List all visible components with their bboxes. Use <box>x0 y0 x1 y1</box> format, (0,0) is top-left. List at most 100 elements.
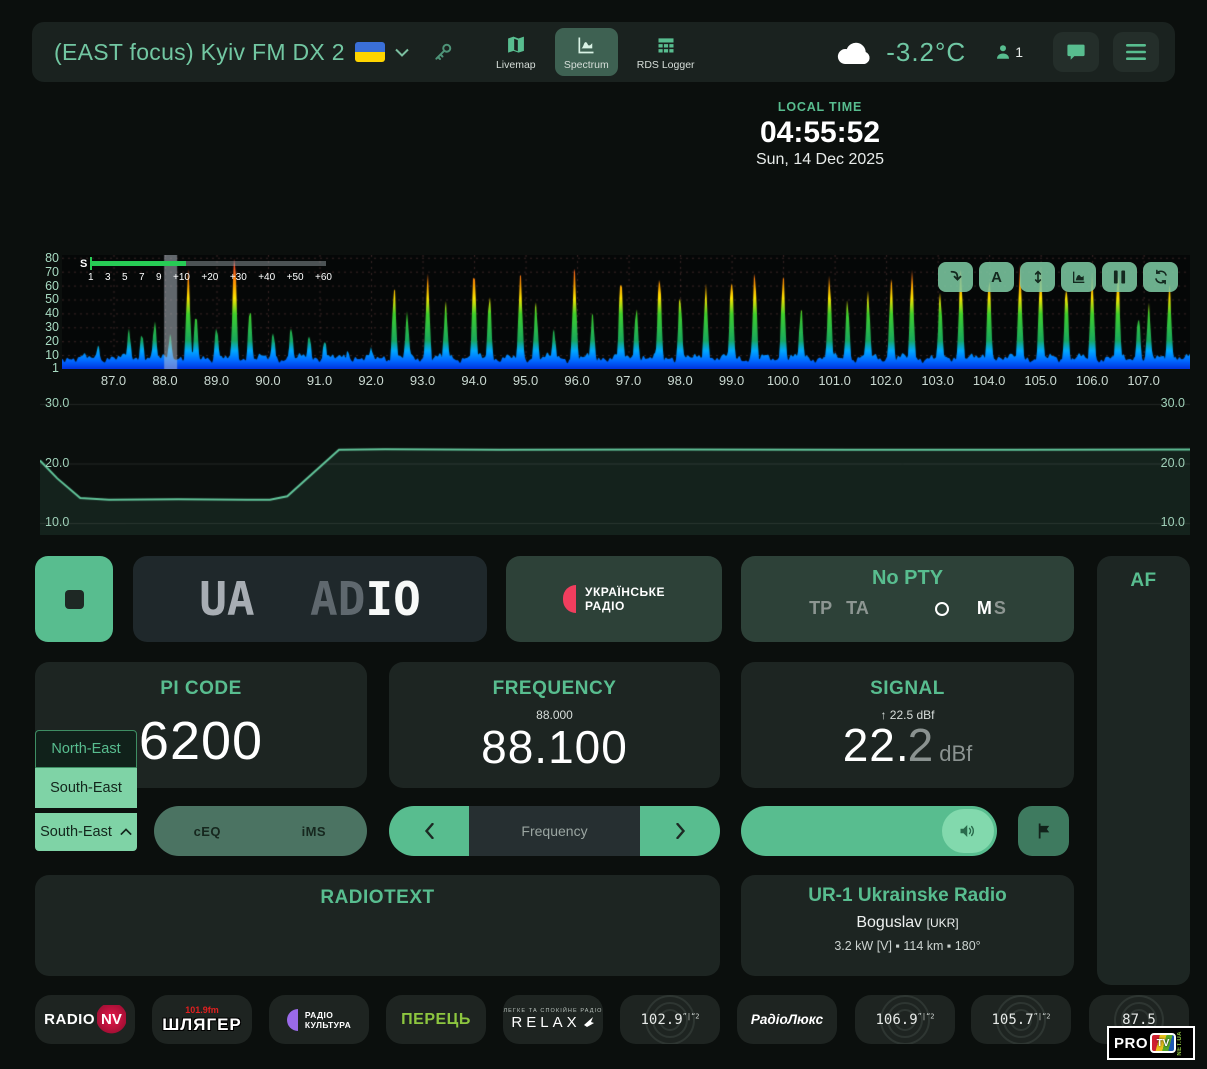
chat-button[interactable] <box>1053 32 1099 72</box>
bird-icon <box>583 1016 595 1028</box>
spectrum-xtick: 89.0 <box>195 373 239 388</box>
graph-style-button[interactable] <box>1061 262 1096 292</box>
antenna-option-south-east[interactable]: South-East <box>35 768 137 808</box>
ukrainske-radio-logo-icon <box>563 585 576 613</box>
nav-rds-logger-label: RDS Logger <box>637 59 695 71</box>
tune-up-button[interactable] <box>640 806 720 856</box>
ceq-button[interactable]: cEQ <box>154 806 261 856</box>
autoscale-button[interactable]: A <box>979 262 1014 292</box>
pause-icon <box>1113 270 1126 284</box>
map-icon <box>505 35 527 55</box>
station-tile-106-9[interactable]: 106.9”|“2 <box>855 995 955 1044</box>
report-flag-button[interactable] <box>1018 806 1069 856</box>
ta-flag: TA <box>846 598 869 619</box>
curved-down-arrow-icon <box>947 268 965 286</box>
spectrum-xtick: 96.0 <box>555 373 599 388</box>
spectrum-xtick: 106.0 <box>1070 373 1114 388</box>
station-tile-105-7[interactable]: 105.7”|“2 <box>971 995 1071 1044</box>
nav-livemap[interactable]: Livemap <box>487 28 545 76</box>
spectrum-xtick: 94.0 <box>452 373 496 388</box>
transmitter-name: UR-1 Ukrainske Radio <box>741 885 1074 907</box>
transmitter-info-panel: UR-1 Ukrainske Radio Boguslav [UKR] 3.2 … <box>741 875 1074 976</box>
spectrum-analyzer: 11020304050607080 87.088.089.090.091.092… <box>35 253 1190 393</box>
spectrum-ytick: 50 <box>35 292 59 306</box>
temperature: -3.2°C <box>886 37 966 68</box>
volume-knob[interactable] <box>942 809 994 853</box>
spectrum-ytick: 20 <box>35 334 59 348</box>
antenna-option-north-east[interactable]: North-East <box>35 730 137 768</box>
radiotext-panel: RADIOTEXT <box>35 875 720 976</box>
spectrum-ytick: 70 <box>35 265 59 279</box>
nav-spectrum[interactable]: Spectrum <box>555 28 618 76</box>
server-title-group[interactable]: (EAST focus) Kyiv FM DX 2 <box>32 39 453 66</box>
station-tile-radio-nv[interactable]: RADIONV <box>35 995 135 1044</box>
stop-audio-button[interactable] <box>35 556 113 642</box>
signal-unit: dBf <box>939 741 972 767</box>
history-canvas <box>40 392 1190 535</box>
signal-title: SIGNAL <box>741 678 1074 700</box>
signal-value: 22. <box>843 718 910 772</box>
antenna-select[interactable]: South-East <box>35 813 137 851</box>
speaker-icon <box>959 823 977 839</box>
station-tile-shlyager[interactable]: 101.9fmШЛЯГЕР <box>152 995 252 1044</box>
ims-button[interactable]: iMS <box>261 806 368 856</box>
history-ytick: 20.0 <box>45 456 69 470</box>
spectrum-xtick: 91.0 <box>298 373 342 388</box>
history-ytick: 20.0 <box>1161 456 1185 470</box>
table-icon <box>655 35 677 55</box>
rds-ps-panel: UA ADIO <box>133 556 487 642</box>
tune-down-button[interactable] <box>389 806 469 856</box>
transmitter-location: Boguslav [UKR] <box>741 914 1074 932</box>
spectrum-ytick: 60 <box>35 279 59 293</box>
transmitter-details: 3.2 kW [V] ▪ 114 km ▪ 180° <box>741 939 1074 953</box>
listeners[interactable]: 1 <box>994 43 1023 61</box>
frequency-input[interactable] <box>469 823 640 839</box>
spectrum-ytick: 1 <box>35 361 59 375</box>
local-clock: LOCAL TIME 04:55:52 Sun, 14 Dec 2025 <box>700 100 940 169</box>
chevron-down-icon[interactable] <box>395 48 409 57</box>
station-tile-radio-lux[interactable]: РадіоЛюкс <box>737 995 837 1044</box>
pause-button[interactable] <box>1102 262 1137 292</box>
s-meter-label: S <box>80 259 87 269</box>
spectrum-xtick: 98.0 <box>658 373 702 388</box>
spectrum-xtick: 99.0 <box>710 373 754 388</box>
scroll-down-button[interactable] <box>938 262 973 292</box>
spectrum-ytick: 10 <box>35 348 59 362</box>
stereo-mono-icon <box>935 602 949 616</box>
pty-value: No PTY <box>741 567 1074 590</box>
frequency-panel: FREQUENCY 88.000 88.100 <box>389 662 720 788</box>
frequency-input-area <box>469 806 640 856</box>
signal-history-graph: 30.030.020.020.010.010.0 <box>40 392 1190 535</box>
menu-button[interactable] <box>1113 32 1159 72</box>
station-tile-102-9[interactable]: 102.9”|“2 <box>620 995 720 1044</box>
eq-controls: cEQ iMS <box>154 806 367 856</box>
station-tile-radio-kultura[interactable]: РАДІОКУЛЬТУРА <box>269 995 369 1044</box>
spectrum-ytick: 80 <box>35 251 59 265</box>
refresh-icon <box>1153 269 1169 285</box>
s-meter-fill <box>92 261 186 266</box>
top-bar: (EAST focus) Kyiv FM DX 2 Livemap Spectr… <box>32 22 1175 82</box>
frequency-title: FREQUENCY <box>389 678 720 700</box>
nav-group: Livemap Spectrum RDS Logger <box>487 28 704 76</box>
station-tile-perets[interactable]: ПЕРЕЦЬ <box>386 995 486 1044</box>
spectrum-xtick: 105.0 <box>1019 373 1063 388</box>
fit-vertical-button[interactable] <box>1020 262 1055 292</box>
spectrum-ytick: 40 <box>35 306 59 320</box>
station-logo-panel[interactable]: УКРАЇНСЬКЕ РАДІО <box>506 556 722 642</box>
spectrum-xtick: 95.0 <box>504 373 548 388</box>
spectrum-chart-icon <box>575 35 597 55</box>
admin-key-icon[interactable] <box>433 42 453 62</box>
nv-red-circle: NV <box>97 1005 126 1034</box>
frequency-value: 88.100 <box>389 720 720 774</box>
tv-icon: TV <box>1150 1033 1176 1053</box>
s-meter-ticks: 13 57 9+10 +20+30 +40+50 +60 <box>88 272 332 283</box>
station-tile-relax[interactable]: ЛЕГКЕ ТА СПОКІЙНЕ РАДІОRELAX <box>503 995 603 1044</box>
antenna-selected-value: South-East <box>40 824 112 840</box>
frequency-tuner <box>389 806 720 856</box>
pty-flags-panel: No PTY TP TA M S <box>741 556 1074 642</box>
refresh-button[interactable] <box>1143 262 1178 292</box>
rds-ps-text: UA ADIO <box>199 572 421 626</box>
nav-rds-logger[interactable]: RDS Logger <box>628 28 704 76</box>
volume-slider[interactable] <box>741 806 997 856</box>
ms-music-flag: M <box>977 598 992 619</box>
